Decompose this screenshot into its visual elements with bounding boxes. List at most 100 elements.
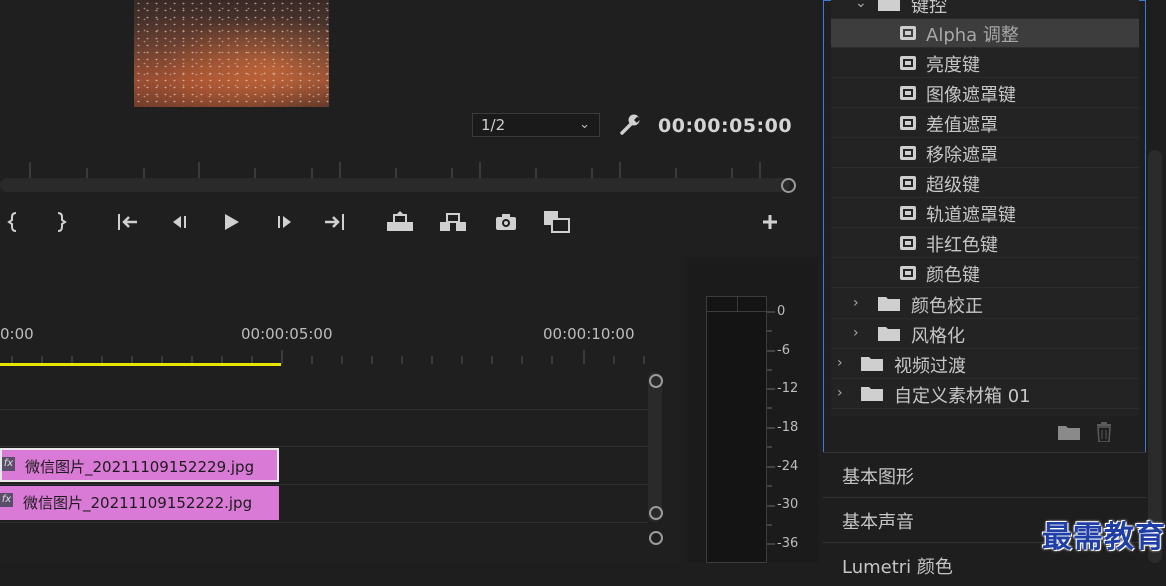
effect-label: 非红色键 [926,235,998,256]
track-divider [0,409,648,410]
watermark: 最需教育 [1042,520,1166,555]
lift-icon[interactable] [385,208,413,236]
effect-ultra-key[interactable]: 超级键 [831,169,1139,198]
effect-preset-icon [900,26,916,40]
playhead-timecode[interactable]: 00:00:05:00 [658,115,792,137]
effect-remove-matte[interactable]: 移除遮罩 [831,139,1139,168]
effect-label: 颜色键 [926,265,980,286]
folder-color-correction[interactable]: › 颜色校正 [831,290,1139,319]
db-label: -30 [777,497,799,512]
db-label: -12 [777,381,799,396]
folder-label: 视频过渡 [894,356,966,377]
timeline-timecode-10s: 00:00:10:00 [543,325,635,343]
step-back-icon[interactable] [165,208,193,236]
chevron-down-icon[interactable]: ⌄ [855,0,867,11]
folder-icon [878,327,900,341]
folder-custom-bin[interactable]: › 自定义素材箱 01 [831,380,1139,409]
extract-icon[interactable] [438,208,466,236]
zoom-select[interactable]: 1/2 ⌄ [472,113,600,137]
db-label: -36 [777,536,799,551]
effect-preset-icon [900,176,916,190]
play-icon[interactable] [217,208,245,236]
monitor-ruler [29,162,761,178]
effect-label: 图像遮罩键 [926,85,1016,106]
monitor-scrub-bar[interactable] [0,178,790,192]
db-label: -18 [777,420,799,435]
effect-label: 亮度键 [926,55,980,76]
timeline-vertical-scrollbar[interactable] [648,372,662,522]
folder-keying[interactable]: ⌄ 键控 [831,0,1139,19]
camera-icon[interactable] [492,208,520,236]
effect-alpha-adjust[interactable]: Alpha 调整 [831,19,1139,48]
video-preview [134,0,329,107]
effect-color-key[interactable]: 颜色键 [831,259,1139,288]
folder-icon [878,297,900,311]
effect-label: Alpha 调整 [926,25,1019,46]
timeline-clip-v1[interactable]: fx 微信图片_20211109152222.jpg [0,486,279,520]
effect-preset-icon [900,56,916,70]
timeline-timecode-0: 0:00 [0,325,34,343]
mark-out-icon[interactable] [46,208,74,236]
effect-luma-key[interactable]: 亮度键 [831,49,1139,78]
track-divider [0,484,648,485]
trash-icon[interactable] [1095,422,1113,442]
scroll-handle-top[interactable] [649,374,663,388]
folder-video-transitions[interactable]: › 视频过渡 [831,350,1139,379]
mark-in-icon[interactable] [0,208,28,236]
scrub-end-handle[interactable] [781,178,796,193]
wrench-icon[interactable] [619,112,643,136]
work-area-bar[interactable] [0,363,281,366]
clip-name: 微信图片_20211109152229.jpg [25,458,255,476]
db-scale-ticks [767,311,775,545]
panel-label: 基本声音 [842,512,914,533]
panel-essential-graphics[interactable]: 基本图形 [823,452,1146,496]
db-label: 0 [777,304,786,319]
track-divider [0,446,648,447]
folder-label: 自定义素材箱 01 [894,386,1031,407]
add-button-icon[interactable] [756,208,784,236]
chevron-right-icon[interactable]: › [853,295,859,311]
chevron-down-icon: ⌄ [579,117,590,132]
folder-label: 风格化 [911,326,965,347]
comparison-view-icon[interactable] [542,208,570,236]
effect-image-matte-key[interactable]: 图像遮罩键 [831,79,1139,108]
effect-preset-icon [900,116,916,130]
effect-label: 轨道遮罩键 [926,205,1016,226]
scroll-handle[interactable] [649,531,663,545]
folder-label: 键控 [911,0,947,17]
folder-icon [861,387,883,401]
scroll-handle-bottom[interactable] [649,506,663,520]
chevron-right-icon[interactable]: › [853,325,859,341]
effect-non-red-key[interactable]: 非红色键 [831,229,1139,258]
folder-icon [861,357,883,371]
db-label: -24 [777,459,799,474]
fx-badge: fx [2,457,15,471]
track-divider [0,522,648,523]
new-bin-icon[interactable] [1058,424,1080,440]
effect-preset-icon [900,206,916,220]
clip-name: 微信图片_20211109152222.jpg [23,494,253,512]
timeline-clip-v2[interactable]: fx 微信图片_20211109152229.jpg [0,448,279,482]
effect-label: 超级键 [926,175,980,196]
fx-badge: fx [0,493,13,507]
chevron-right-icon[interactable]: › [837,385,843,401]
folder-label: 颜色校正 [911,296,983,317]
panel-label: Lumetri 颜色 [842,557,953,578]
folder-stylize[interactable]: › 风格化 [831,320,1139,349]
effect-preset-icon [900,266,916,280]
step-forward-icon[interactable] [271,208,299,236]
go-to-out-icon[interactable] [321,208,349,236]
effect-label: 差值遮罩 [926,115,998,136]
effect-preset-icon [900,236,916,250]
effect-track-matte-key[interactable]: 轨道遮罩键 [831,199,1139,228]
timeline-timecode-5s: 00:00:05:00 [241,325,333,343]
chevron-right-icon[interactable]: › [837,355,843,371]
audio-meter [706,296,767,563]
timeline-ruler[interactable] [0,348,650,364]
go-to-in-icon[interactable] [114,208,142,236]
effects-scrollbar[interactable] [1148,150,1162,563]
db-label: -6 [777,343,790,358]
panel-label: 基本图形 [842,467,914,488]
zoom-value: 1/2 [481,116,506,134]
effect-difference-matte[interactable]: 差值遮罩 [831,109,1139,138]
